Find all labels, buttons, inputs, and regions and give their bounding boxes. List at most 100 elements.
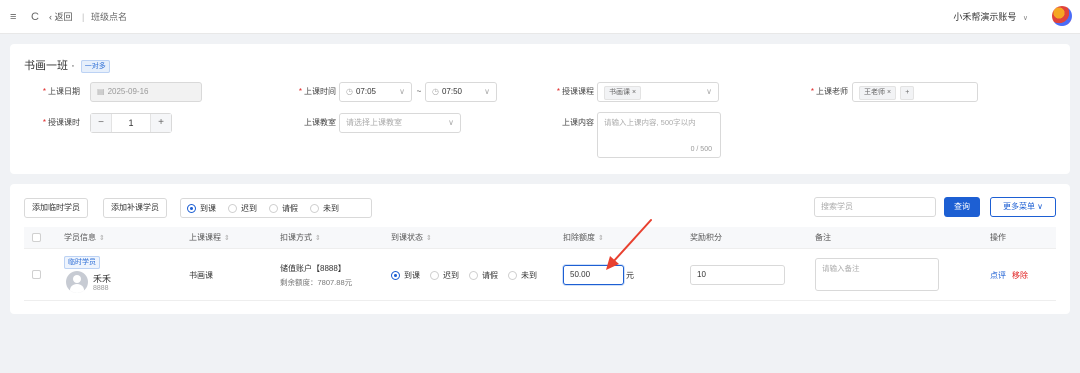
content-textarea[interactable]: 请输入上课内容, 500字以内 0 / 500: [597, 112, 721, 158]
date-field: ▤ 2025-09-16: [90, 82, 202, 102]
attendance-radio-group: 到课 迟到 请假 未到: [391, 270, 537, 281]
plus-button[interactable]: +: [151, 114, 171, 132]
room-select[interactable]: 请选择上课教室 ∨: [339, 113, 461, 133]
hours-stepper[interactable]: − 1 +: [90, 113, 172, 133]
status-option-present[interactable]: 到课: [187, 203, 216, 214]
header-deduct-amount[interactable]: 扣除额度 ⇕: [563, 227, 604, 250]
date-value: 2025-09-16: [107, 87, 149, 96]
radio-icon: [430, 271, 439, 280]
refresh-icon[interactable]: C: [31, 0, 39, 34]
minus-button[interactable]: −: [91, 114, 111, 132]
page-title: 班级点名: [91, 12, 128, 22]
class-type-badge: 一对多: [80, 60, 110, 73]
status-option-leave[interactable]: 请假: [269, 203, 298, 214]
menu-icon[interactable]: ≡: [10, 0, 16, 34]
add-teacher-button[interactable]: +: [900, 86, 915, 100]
sort-icon: ⇕: [426, 235, 432, 242]
account-balance: 剩余额度：7807.88元: [280, 278, 353, 287]
comment-link[interactable]: 点评: [990, 270, 1006, 281]
query-button[interactable]: 查询: [944, 197, 980, 217]
calendar-icon: ▤: [97, 87, 105, 96]
student-search-input[interactable]: 搜索学员: [814, 197, 936, 217]
radio-icon: [228, 203, 237, 213]
time-end-select[interactable]: ◷ 07:50 ∨: [425, 82, 497, 102]
add-makeup-student-button[interactable]: 添加补课学员: [103, 198, 167, 218]
student-id: 8888: [93, 285, 109, 292]
room-label: 上课教室: [304, 118, 336, 127]
row-course: 书画课: [189, 271, 213, 280]
table-row: 临时学员 禾禾 8888 书画课 储值账户【8888】 剩余额度：7807.88…: [24, 249, 1056, 301]
header-actions: 操作: [990, 233, 1006, 242]
header-points: 奖励积分: [690, 233, 722, 242]
separator: |: [82, 12, 85, 22]
date-label: * 上课日期: [42, 87, 80, 96]
temp-student-tag: 临时学员: [64, 256, 100, 269]
class-dot: ·: [71, 60, 75, 72]
account-menu[interactable]: 小禾帮演示账号 ∨: [953, 0, 1028, 34]
lesson-info-card: 书画一班 · 一对多 * 上课日期 ▤ 2025-09-16 * 上课时间 ◷ 07:0…: [10, 44, 1070, 174]
content-counter: 0 / 500: [690, 146, 712, 153]
student-avatar: [66, 271, 88, 293]
remark-textarea[interactable]: 请输入备注: [815, 258, 939, 291]
teacher-chip[interactable]: 王老师 ×: [859, 86, 897, 100]
header-course[interactable]: 上课课程 ⇕: [189, 227, 230, 250]
hours-value[interactable]: 1: [111, 114, 151, 132]
chevron-down-icon: ∨: [399, 87, 405, 96]
course-chip[interactable]: 书画课 ×: [604, 86, 642, 100]
time-start-value: 07:05: [355, 87, 377, 96]
search-placeholder: 搜索学员: [821, 202, 853, 211]
deduct-unit: 元: [626, 271, 634, 280]
sort-icon: ⇕: [598, 235, 604, 242]
remove-link[interactable]: 移除: [1012, 270, 1028, 281]
student-name: 禾禾: [93, 274, 112, 284]
teacher-label: * 上课老师: [810, 87, 848, 96]
status-option-absent[interactable]: 未到: [310, 203, 339, 214]
row-status-leave[interactable]: 请假: [469, 270, 498, 281]
row-checkbox[interactable]: [32, 270, 41, 279]
status-option-late[interactable]: 迟到: [228, 203, 257, 214]
points-input[interactable]: 10: [690, 265, 785, 285]
radio-icon: [508, 271, 517, 280]
time-label: * 上课时间: [298, 87, 336, 96]
teacher-select[interactable]: 王老师 × +: [852, 82, 978, 102]
course-label: * 授课课程: [556, 87, 594, 96]
back-link[interactable]: ‹ 返回: [49, 0, 73, 34]
header-deduct-method[interactable]: 扣课方式 ⇕: [280, 227, 321, 250]
radio-icon: [469, 271, 478, 280]
header-attendance[interactable]: 到课状态 ⇕: [391, 227, 432, 250]
student-table-card: 添加临时学员 添加补课学员 到课 迟到 请假 未到 搜索学员 查询 更多菜单 ∨…: [10, 184, 1070, 314]
row-status-present[interactable]: 到课: [391, 270, 420, 281]
deduct-amount-input[interactable]: 50.00: [563, 265, 624, 285]
sort-icon: ⇕: [315, 235, 321, 242]
row-status-absent[interactable]: 未到: [508, 270, 537, 281]
sort-icon: ⇕: [224, 235, 230, 242]
time-separator: ~: [416, 87, 422, 96]
bulk-status-radio-group: 到课 迟到 请假 未到: [180, 198, 372, 218]
clock-icon: ◷: [432, 87, 439, 96]
time-end-value: 07:50: [441, 87, 463, 96]
time-start-select[interactable]: ◷ 07:05 ∨: [339, 82, 412, 102]
course-select[interactable]: 书画课 × ∨: [597, 82, 719, 102]
user-avatar[interactable]: [1052, 6, 1072, 26]
header-remark: 备注: [815, 233, 831, 242]
chevron-down-icon: ∨: [484, 87, 490, 96]
chevron-down-icon: ∨: [706, 87, 712, 96]
hours-label: * 授课课时: [42, 118, 80, 127]
row-status-late[interactable]: 迟到: [430, 270, 459, 281]
remark-placeholder: 请输入备注: [822, 264, 860, 273]
chevron-down-icon: ∨: [448, 118, 454, 127]
room-placeholder: 请选择上课教室: [346, 118, 402, 127]
deduct-account: 储值账户【8888】: [280, 264, 346, 273]
select-all-checkbox[interactable]: [32, 233, 41, 242]
more-menu-button[interactable]: 更多菜单 ∨: [990, 197, 1056, 217]
class-title: 书画一班 · 一对多: [24, 57, 110, 73]
add-temp-student-button[interactable]: 添加临时学员: [24, 198, 88, 218]
content-label: 上课内容: [562, 118, 594, 127]
table-header: 学员信息 ⇕ 上课课程 ⇕ 扣课方式 ⇕ 到课状态 ⇕ 扣除额度 ⇕ 奖励积分 备注 操作: [24, 227, 1056, 249]
content-placeholder: 请输入上课内容, 500字以内: [604, 118, 696, 127]
header-student[interactable]: 学员信息 ⇕: [64, 227, 105, 250]
class-name: 书画一班: [24, 60, 68, 72]
top-bar: ≡ C ‹ 返回 | 班级点名 小禾帮演示账号 ∨: [0, 0, 1080, 34]
chevron-down-icon: ∨: [1022, 15, 1028, 22]
radio-icon: [310, 203, 319, 213]
